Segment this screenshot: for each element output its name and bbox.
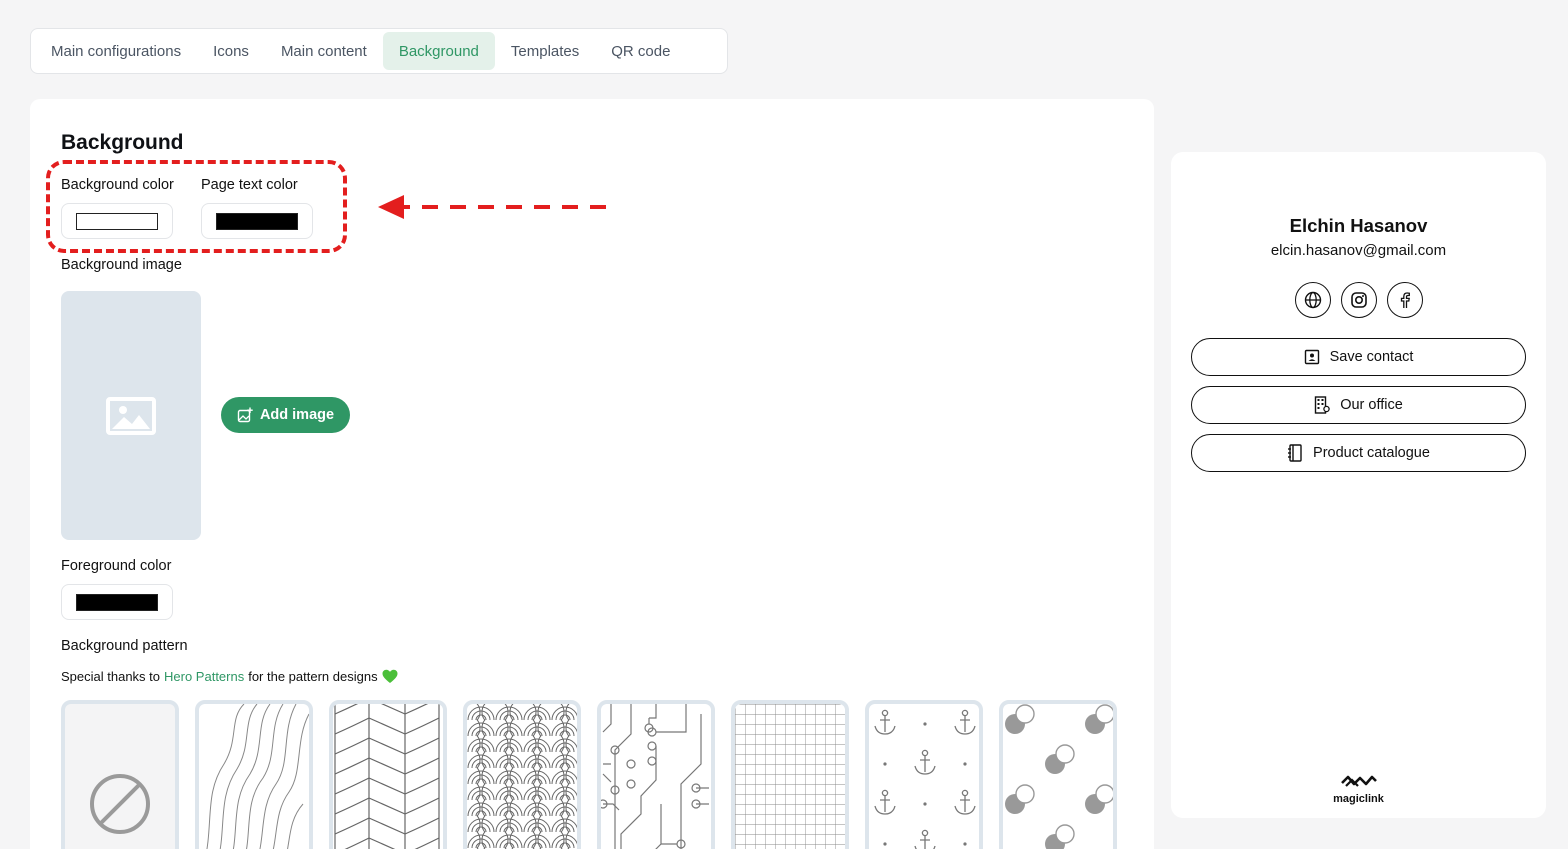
magiclink-logo-icon: [1341, 775, 1377, 787]
background-settings-panel: Background Background color Page text co…: [30, 99, 1154, 849]
tab-templates[interactable]: Templates: [495, 32, 595, 70]
background-image-placeholder[interactable]: [61, 291, 201, 540]
tab-background[interactable]: Background: [382, 32, 495, 70]
tab-main-content[interactable]: Main content: [265, 32, 383, 70]
section-title: Background: [61, 131, 184, 154]
pattern-graph-paper[interactable]: [731, 700, 849, 849]
pattern-herringbone[interactable]: [329, 700, 447, 849]
foreground-color-picker[interactable]: [61, 584, 173, 620]
background-pattern-label: Background pattern: [61, 638, 188, 654]
product-catalogue-button[interactable]: Product catalogue: [1191, 434, 1526, 472]
pattern-list: [61, 700, 1117, 849]
profile-name: Elchin Hasanov: [1289, 215, 1428, 236]
product-catalogue-label: Product catalogue: [1313, 445, 1430, 461]
building-icon: [1314, 396, 1330, 414]
annotation-arrow-icon: [378, 195, 606, 219]
graph-paper-pattern-icon: [735, 704, 845, 849]
bubbles-pattern-icon: [1005, 704, 1113, 849]
green-heart-icon: [382, 669, 398, 683]
social-links: [1295, 282, 1423, 318]
instagram-icon[interactable]: [1341, 282, 1377, 318]
tab-qr-code[interactable]: QR code: [595, 32, 686, 70]
waves-pattern-icon: [467, 704, 577, 849]
add-image-icon: [237, 407, 253, 423]
image-placeholder-icon: [106, 396, 156, 435]
our-office-label: Our office: [1340, 397, 1403, 413]
pattern-credits: Special thanks to Hero Patterns for the …: [61, 669, 398, 684]
no-pattern-icon: [90, 774, 150, 834]
herringbone-pattern-icon: [334, 704, 440, 849]
settings-tabs: Main configurations Icons Main content B…: [30, 28, 728, 74]
pattern-none[interactable]: [61, 700, 179, 849]
brand-name: magiclink: [1333, 793, 1384, 805]
contact-card-icon: [1304, 349, 1319, 365]
profile-preview: Elchin Hasanov elcin.hasanov@gmail.com S…: [1171, 152, 1546, 818]
background-image-label: Background image: [61, 257, 182, 273]
tab-main-configurations[interactable]: Main configurations: [35, 32, 197, 70]
credits-prefix: Special thanks to: [61, 669, 161, 684]
add-image-label: Add image: [259, 407, 335, 423]
profile-email[interactable]: elcin.hasanov@gmail.com: [1171, 242, 1546, 259]
foreground-color-label: Foreground color: [61, 558, 172, 574]
pattern-bubbles[interactable]: [999, 700, 1117, 849]
pattern-anchors[interactable]: [865, 700, 983, 849]
tab-icons[interactable]: Icons: [197, 32, 265, 70]
pattern-waves[interactable]: [463, 700, 581, 849]
anchors-pattern-icon: [874, 709, 976, 849]
add-image-button[interactable]: Add image: [221, 397, 350, 433]
circuit-board-pattern-icon: [601, 704, 709, 849]
our-office-button[interactable]: Our office: [1191, 386, 1526, 424]
foreground-color-swatch: [76, 594, 158, 611]
save-contact-button[interactable]: Save contact: [1191, 338, 1526, 376]
pattern-topography[interactable]: [195, 700, 313, 849]
credits-suffix: for the pattern designs: [248, 669, 378, 684]
globe-icon[interactable]: [1295, 282, 1331, 318]
pattern-circuit-board[interactable]: [597, 700, 715, 849]
save-contact-label: Save contact: [1329, 349, 1414, 365]
facebook-icon[interactable]: [1387, 282, 1423, 318]
notebook-icon: [1288, 444, 1302, 462]
annotation-highlight-box: [46, 160, 347, 253]
topography-pattern-icon: [206, 704, 309, 849]
hero-patterns-link[interactable]: Hero Patterns: [164, 669, 244, 684]
